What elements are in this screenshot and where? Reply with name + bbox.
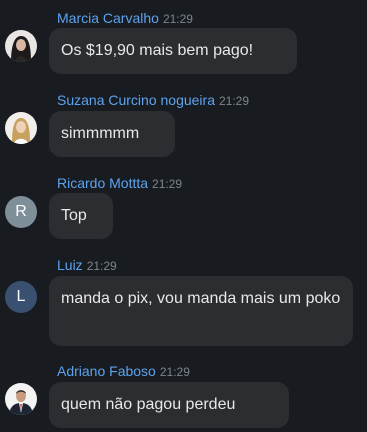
message-time: 21:29	[86, 259, 117, 273]
avatar-letter: L	[16, 288, 26, 305]
avatar[interactable]	[5, 30, 37, 62]
author-name[interactable]: Luiz	[57, 257, 83, 273]
woman-blonde-photo-icon	[5, 112, 37, 144]
message-text: simmmmm	[61, 125, 140, 142]
avatar[interactable]	[5, 383, 37, 415]
message-bubble[interactable]: Top	[49, 193, 113, 239]
author-name[interactable]: Ricardo Mottta	[57, 175, 148, 191]
man-suit-photo-icon	[5, 383, 37, 415]
author-name[interactable]: Adriano Faboso	[57, 363, 156, 379]
message-bubble[interactable]: simmmmm	[49, 111, 175, 157]
avatar[interactable]: L	[5, 281, 37, 313]
message-header: Ricardo Mottta 21:29	[57, 175, 182, 192]
message-bubble[interactable]: Os $19,90 mais bem pago!	[49, 28, 297, 74]
message-bubble[interactable]: manda o pix, vou manda mais um poko	[49, 276, 353, 346]
avatar[interactable]: R	[5, 196, 37, 228]
message-time: 21:29	[162, 12, 193, 26]
message-header: Luiz 21:29	[57, 257, 117, 274]
avatar[interactable]	[5, 112, 37, 144]
woman-dark-hair-photo-icon	[5, 30, 37, 62]
message-time: 21:29	[219, 94, 250, 108]
author-name[interactable]: Marcia Carvalho	[57, 10, 159, 26]
message-text: Os $19,90 mais bem pago!	[61, 42, 254, 59]
message-bubble[interactable]: quem não pagou perdeu	[49, 382, 289, 428]
chat-feed: Marcia Carvalho 21:29 Os $19,90 mais bem …	[0, 0, 367, 432]
message-time: 21:29	[159, 365, 190, 379]
message-header: Suzana Curcino nogueira 21:29	[57, 92, 249, 109]
message-text: manda o pix, vou manda mais um poko	[61, 290, 341, 307]
message-header: Adriano Faboso 21:29	[57, 363, 190, 380]
message-time: 21:29	[152, 177, 183, 191]
message-header: Marcia Carvalho 21:29	[57, 10, 193, 27]
message-text: quem não pagou perdeu	[61, 396, 236, 413]
avatar-letter: R	[15, 203, 27, 220]
author-name[interactable]: Suzana Curcino nogueira	[57, 92, 215, 108]
message-text: Top	[61, 207, 87, 224]
